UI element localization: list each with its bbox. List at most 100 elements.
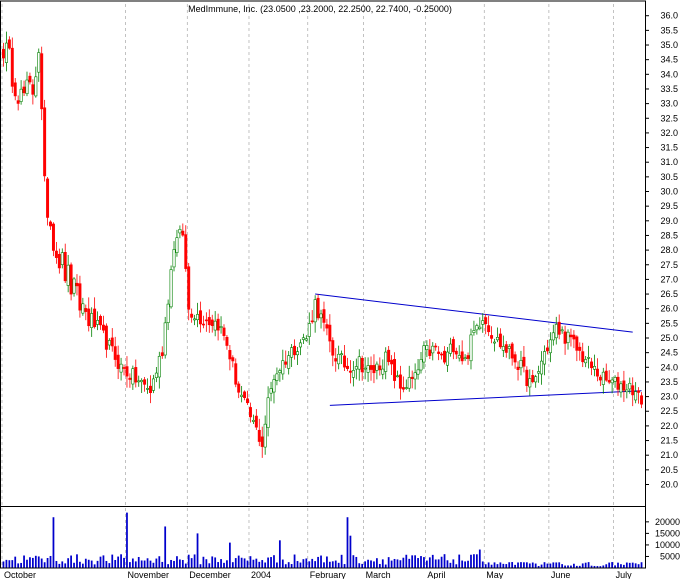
candle-body [266, 397, 270, 428]
candle-body [619, 383, 623, 393]
candle-body [593, 366, 596, 370]
volume-bar [299, 562, 302, 568]
candle-body [113, 346, 117, 360]
volume-bar [140, 560, 143, 568]
chart-background [0, 0, 682, 579]
volume-bar [26, 559, 28, 568]
volume-bar [376, 558, 378, 568]
candle-body [210, 319, 214, 326]
candle-body [131, 368, 135, 385]
candle-body [87, 308, 91, 327]
price-tick-label: 23.0 [660, 392, 678, 402]
volume-bar [31, 557, 34, 568]
volume-bar [420, 556, 422, 568]
volume-bar [317, 556, 319, 568]
price-tick-label: 35.0 [660, 40, 678, 50]
volume-bar [243, 558, 246, 568]
volume-bar [373, 561, 375, 568]
time-axis-label: October [4, 570, 36, 579]
candle-body [107, 340, 111, 346]
volume-bar [381, 559, 384, 568]
volume-bar [278, 540, 281, 568]
volume-bar [437, 559, 440, 568]
candle-body [625, 389, 629, 393]
volume-bar [573, 563, 575, 568]
candle-body [448, 343, 452, 354]
candle-body [598, 376, 602, 381]
price-tick-label: 27.0 [660, 274, 678, 284]
volume-bar [155, 558, 158, 568]
candle-body [607, 380, 611, 383]
volume-bar [358, 563, 361, 568]
price-tick-label: 28.5 [660, 230, 678, 240]
volume-bar [543, 562, 546, 568]
candle-body [504, 344, 508, 353]
volume-bar [246, 560, 249, 568]
candle-body [154, 372, 158, 378]
candle-body [575, 336, 579, 351]
candle-body [225, 336, 229, 346]
candle-body [540, 360, 544, 375]
volume-bar [176, 556, 178, 568]
candle-body [428, 349, 432, 356]
candle-body [578, 346, 582, 351]
volume-bar [302, 559, 305, 568]
volume-bar [137, 556, 140, 568]
volume-bar [452, 559, 455, 568]
candle-body [296, 351, 299, 356]
volume-bar [587, 562, 590, 568]
volume-bar [240, 557, 243, 568]
candle-body [495, 337, 499, 341]
candle-body [257, 429, 261, 442]
candle-body [146, 388, 150, 390]
candle-body [490, 335, 494, 339]
time-axis-label: April [427, 570, 445, 579]
volume-bar [46, 557, 49, 568]
price-tick-label: 34.0 [660, 69, 678, 79]
volume-bar [517, 562, 519, 568]
candle-body [622, 380, 626, 391]
candle-body [384, 351, 388, 372]
candle-body [99, 316, 102, 326]
candle-body [513, 354, 517, 363]
candle-body [10, 47, 14, 87]
price-tick-label: 25.5 [660, 318, 678, 328]
candle-body [554, 324, 558, 339]
candle-body [590, 361, 594, 369]
candle-body [560, 329, 564, 332]
candle-body [510, 343, 514, 359]
candle-body [316, 297, 320, 319]
volume-bar [117, 556, 120, 568]
volume-bar [131, 558, 134, 568]
candle-body [37, 52, 41, 73]
volume-bar [170, 559, 172, 568]
volume-bar [143, 560, 146, 568]
candle-body [472, 330, 476, 333]
volume-bar [167, 564, 170, 568]
candle-body [393, 359, 397, 381]
candle-body [543, 351, 546, 365]
candle-body [457, 355, 461, 359]
candle-body [128, 377, 132, 380]
volume-bar [49, 555, 52, 568]
volume-bar [308, 561, 311, 568]
volume-bar [84, 558, 87, 568]
volume-bar [231, 562, 234, 568]
candle-body [413, 372, 417, 380]
candle-body [390, 359, 394, 365]
volume-bar [511, 562, 514, 568]
volume-bar [55, 561, 58, 568]
volume-bar [396, 559, 399, 568]
volume-bar [628, 562, 631, 568]
volume-bar [340, 554, 343, 568]
volume-bar [276, 562, 278, 568]
volume-bar [414, 555, 417, 568]
candle-body [204, 319, 208, 322]
volume-bar [87, 559, 90, 568]
candle-body [416, 369, 420, 375]
candle-body [372, 365, 376, 374]
candle-body [172, 249, 176, 268]
candle-body [222, 327, 226, 336]
volume-bar [458, 554, 461, 568]
volume-bar [105, 560, 108, 568]
